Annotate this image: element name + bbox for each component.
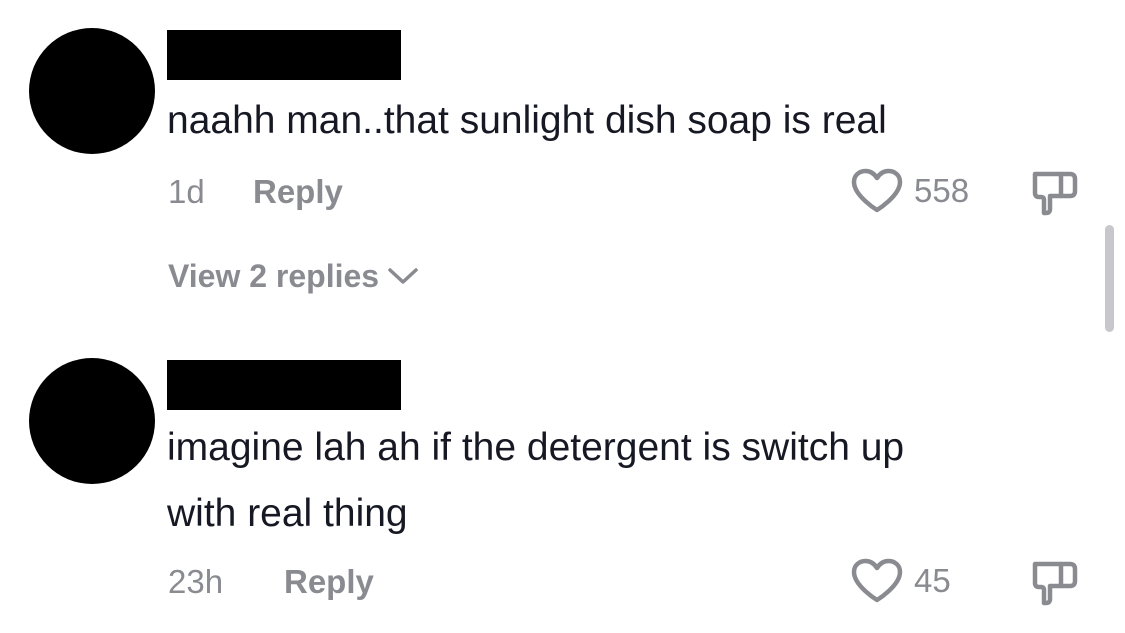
reply-button[interactable]: Reply	[253, 172, 343, 212]
dislike-button[interactable]	[1030, 168, 1080, 216]
avatar[interactable]	[29, 28, 155, 154]
username-redacted[interactable]	[167, 30, 401, 80]
comment-timestamp: 23h	[168, 563, 224, 600]
scrollbar[interactable]	[1105, 225, 1114, 332]
avatar[interactable]	[29, 358, 155, 484]
heart-outline-icon	[850, 168, 904, 214]
comment-text: imagine lah ah if the detergent is switc…	[167, 426, 905, 535]
reply-button[interactable]: Reply	[284, 562, 374, 602]
view-replies-button[interactable]: View 2 replies	[168, 256, 419, 296]
like-count: 558	[914, 172, 970, 209]
thumbs-down-icon	[1030, 168, 1080, 216]
like-button[interactable]: 45	[850, 558, 951, 604]
like-button[interactable]: 558	[850, 168, 969, 214]
view-replies-label: View 2 replies	[168, 258, 380, 294]
comment-timestamp: 1d	[168, 173, 205, 210]
dislike-button[interactable]	[1030, 558, 1080, 606]
username-redacted[interactable]	[167, 360, 401, 410]
thumbs-down-icon	[1030, 558, 1080, 606]
comment-text: naahh man..that sunlight dish soap is re…	[167, 99, 887, 142]
heart-outline-icon	[850, 558, 904, 604]
chevron-down-icon	[387, 266, 419, 286]
like-count: 45	[914, 562, 951, 599]
